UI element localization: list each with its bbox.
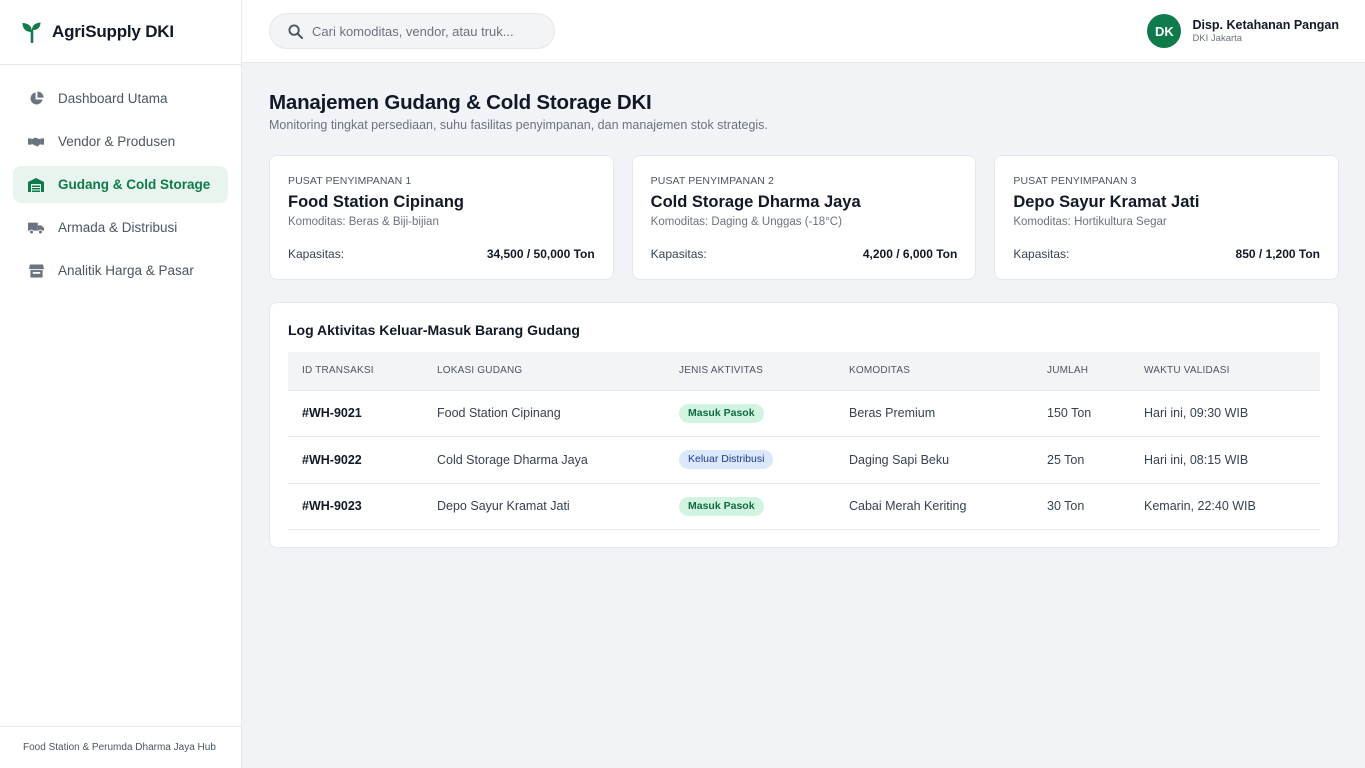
activity-type-cell: Masuk Pasok bbox=[679, 483, 849, 530]
activity-type-cell: Keluar Distribusi bbox=[679, 437, 849, 484]
truck-icon bbox=[28, 220, 44, 236]
sidebar-item-dashboard[interactable]: Dashboard Utama bbox=[13, 80, 228, 117]
transaction-id: #WH-9023 bbox=[302, 499, 362, 514]
sidebar: AgriSupply DKI Dashboard Utama Vendor & … bbox=[0, 0, 242, 768]
user-profile[interactable]: DK Disp. Ketahanan Pangan DKI Jakarta bbox=[1147, 14, 1339, 48]
user-name: Disp. Ketahanan Pangan bbox=[1192, 18, 1339, 32]
table-row[interactable]: #WH-9021 Food Station Cipinang Masuk Pas… bbox=[288, 390, 1320, 437]
sidebar-item-gudang[interactable]: Gudang & Cold Storage bbox=[13, 166, 228, 203]
capacity-value: 34,500 / 50,000 Ton bbox=[486, 247, 595, 261]
storage-card[interactable]: PUSAT PENYIMPANAN 3 Depo Sayur Kramat Ja… bbox=[994, 155, 1340, 280]
sidebar-item-label: Gudang & Cold Storage bbox=[58, 177, 211, 192]
user-region: DKI Jakarta bbox=[1192, 33, 1243, 44]
sidebar-item-label: Vendor & Produsen bbox=[58, 134, 176, 149]
sidebar-item-armada[interactable]: Armada & Distribusi bbox=[13, 209, 228, 246]
amount: 150 Ton bbox=[1047, 406, 1092, 421]
topbar: DK Disp. Ketahanan Pangan DKI Jakarta bbox=[242, 0, 1365, 63]
card-kicker: PUSAT PENYIMPANAN 1 bbox=[288, 175, 412, 187]
column-header[interactable]: JUMLAH bbox=[1047, 352, 1144, 391]
search-icon bbox=[288, 23, 303, 39]
table-row[interactable]: #WH-9022 Cold Storage Dharma Jaya Keluar… bbox=[288, 437, 1320, 484]
activity-log-table: ID TRANSAKSI LOKASI GUDANG JENIS AKTIVIT… bbox=[288, 352, 1320, 530]
card-commodity: Komoditas: Hortikultura Segar bbox=[1013, 216, 1167, 228]
sprout-logo-icon bbox=[21, 21, 43, 43]
card-title: Depo Sayur Kramat Jati bbox=[1013, 193, 1200, 211]
handshake-icon bbox=[28, 134, 44, 150]
commodity: Beras Premium bbox=[849, 406, 936, 421]
amount: 30 Ton bbox=[1047, 499, 1085, 514]
main-content: Manajemen Gudang & Cold Storage DKI Moni… bbox=[269, 63, 1340, 548]
card-kicker: PUSAT PENYIMPANAN 2 bbox=[650, 175, 774, 187]
capacity-value: 850 / 1,200 Ton bbox=[1235, 247, 1321, 261]
column-header[interactable]: ID TRANSAKSI bbox=[288, 352, 437, 391]
warehouse-location: Depo Sayur Kramat Jati bbox=[437, 499, 570, 514]
avatar[interactable]: DK bbox=[1147, 14, 1182, 48]
sidebar-item-label: Dashboard Utama bbox=[58, 91, 168, 106]
search-input[interactable] bbox=[312, 23, 532, 39]
sidebar-item-label: Armada & Distribusi bbox=[58, 220, 178, 235]
user-info: Disp. Ketahanan Pangan DKI Jakarta bbox=[1192, 18, 1339, 44]
validation-time: Kemarin, 22:40 WIB bbox=[1144, 499, 1256, 514]
sidebar-item-analitik[interactable]: Analitik Harga & Pasar bbox=[13, 252, 228, 289]
validation-time: Hari ini, 09:30 WIB bbox=[1144, 406, 1249, 421]
column-header[interactable]: LOKASI GUDANG bbox=[437, 352, 679, 391]
card-commodity: Komoditas: Daging & Unggas (-18°C) bbox=[650, 216, 842, 228]
commodity: Daging Sapi Beku bbox=[849, 452, 950, 467]
capacity-label: Kapasitas: bbox=[1013, 247, 1070, 261]
warehouse-icon bbox=[28, 177, 44, 193]
card-title: Food Station Cipinang bbox=[288, 193, 464, 211]
transaction-id: #WH-9022 bbox=[302, 452, 362, 467]
sidebar-item-label: Analitik Harga & Pasar bbox=[58, 263, 194, 278]
card-title: Cold Storage Dharma Jaya bbox=[650, 193, 861, 211]
card-kicker: PUSAT PENYIMPANAN 3 bbox=[1013, 175, 1137, 187]
activity-type-cell: Masuk Pasok bbox=[679, 390, 849, 437]
warehouse-location: Food Station Cipinang bbox=[437, 406, 561, 421]
capacity-value: 4,200 / 6,000 Ton bbox=[862, 247, 958, 261]
commodity: Cabai Merah Keriting bbox=[849, 499, 967, 514]
transaction-id: #WH-9021 bbox=[302, 406, 362, 421]
sidebar-footer: Food Station & Perumda Dharma Jaya Hub bbox=[0, 726, 241, 768]
card-commodity: Komoditas: Beras & Biji-bijian bbox=[288, 216, 439, 228]
activity-log-panel: Log Aktivitas Keluar-Masuk Barang Gudang… bbox=[269, 302, 1339, 548]
column-header[interactable]: KOMODITAS bbox=[849, 352, 1047, 391]
card-capacity: Kapasitas: 4,200 / 6,000 Ton bbox=[651, 247, 958, 261]
store-icon bbox=[28, 263, 44, 279]
activity-badge: Masuk Pasok bbox=[679, 403, 764, 423]
amount: 25 Ton bbox=[1047, 452, 1085, 467]
storage-card[interactable]: PUSAT PENYIMPANAN 2 Cold Storage Dharma … bbox=[631, 155, 977, 280]
table-row[interactable]: #WH-9023 Depo Sayur Kramat Jati Masuk Pa… bbox=[288, 483, 1320, 530]
table-header-row: ID TRANSAKSI LOKASI GUDANG JENIS AKTIVIT… bbox=[288, 352, 1320, 391]
sidebar-nav: Dashboard Utama Vendor & Produsen Gudang… bbox=[0, 65, 241, 289]
capacity-label: Kapasitas: bbox=[288, 247, 345, 261]
validation-time: Hari ini, 08:15 WIB bbox=[1144, 452, 1249, 467]
card-capacity: Kapasitas: 34,500 / 50,000 Ton bbox=[288, 247, 595, 261]
search-box[interactable] bbox=[269, 13, 555, 49]
storage-card[interactable]: PUSAT PENYIMPANAN 1 Food Station Cipinan… bbox=[269, 155, 614, 280]
page-subtitle: Monitoring tingkat persediaan, suhu fasi… bbox=[269, 118, 768, 132]
brand[interactable]: AgriSupply DKI bbox=[0, 0, 241, 65]
card-capacity: Kapasitas: 850 / 1,200 Ton bbox=[1013, 247, 1320, 261]
storage-cards: PUSAT PENYIMPANAN 1 Food Station Cipinan… bbox=[269, 155, 1340, 280]
activity-badge: Masuk Pasok bbox=[679, 496, 764, 516]
pie-chart-icon bbox=[28, 91, 44, 107]
log-title: Log Aktivitas Keluar-Masuk Barang Gudang bbox=[288, 322, 580, 338]
column-header[interactable]: WAKTU VALIDASI bbox=[1144, 352, 1320, 391]
capacity-label: Kapasitas: bbox=[650, 247, 707, 261]
page-title: Manajemen Gudang & Cold Storage DKI bbox=[269, 91, 652, 114]
sidebar-item-vendor[interactable]: Vendor & Produsen bbox=[13, 123, 228, 160]
activity-badge: Keluar Distribusi bbox=[679, 450, 774, 470]
brand-name: AgriSupply DKI bbox=[52, 22, 174, 41]
column-header[interactable]: JENIS AKTIVITAS bbox=[679, 352, 849, 391]
warehouse-location: Cold Storage Dharma Jaya bbox=[437, 452, 588, 467]
